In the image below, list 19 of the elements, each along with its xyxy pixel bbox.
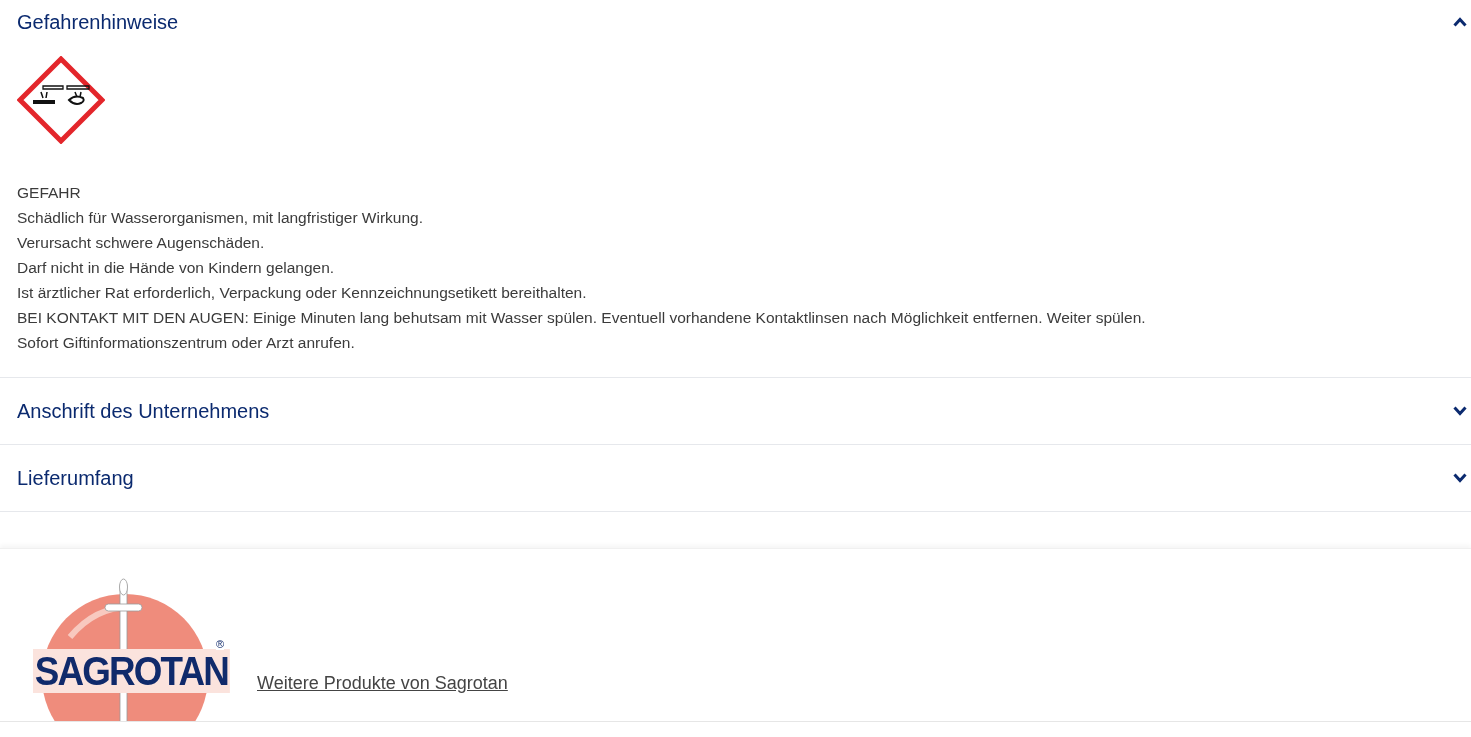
- chevron-down-icon[interactable]: [1453, 406, 1467, 416]
- hazard-text: BEI KONTAKT MIT DEN AUGEN: Einige Minuten lang behutsam mit Wasser spülen. Eventuell vorhandene Kontaktlinsen nach Möglichkeit entfernen. Weiter spülen.: [17, 308, 1146, 328]
- chevron-up-icon[interactable]: [1453, 17, 1467, 27]
- section-title: Lieferumfang: [17, 466, 134, 490]
- hazard-text: GEFAHR: [17, 183, 81, 203]
- accordion-header[interactable]: Anschrift des Unternehmens: [0, 378, 1471, 444]
- brand-products-link[interactable]: Weitere Produkte von Sagrotan: [257, 673, 508, 694]
- hazard-text: Ist ärztlicher Rat erforderlich, Verpackung oder Kennzeichnungsetikett bereithalten.: [17, 283, 587, 303]
- chevron-down-icon[interactable]: [1453, 473, 1467, 483]
- corrosion-hazard-icon: [17, 56, 105, 144]
- accordion-header[interactable]: Lieferumfang: [0, 445, 1471, 511]
- section-title: Gefahrenhinweise: [17, 10, 179, 34]
- accordion-header[interactable]: Gefahrenhinweise: [0, 0, 1471, 44]
- hazard-text: Darf nicht in die Hände von Kindern gelangen.: [17, 258, 335, 278]
- brand-logo: SAGROTAN ®: [30, 577, 227, 721]
- hazard-text: Verursacht schwere Augenschäden.: [17, 233, 265, 253]
- hazard-text: Schädlich für Wasserorganismen, mit langfristiger Wirkung.: [17, 208, 423, 228]
- section-title: Anschrift des Unternehmens: [17, 399, 270, 423]
- hazard-text: Sofort Giftinformationszentrum oder Arzt anrufen.: [17, 333, 355, 353]
